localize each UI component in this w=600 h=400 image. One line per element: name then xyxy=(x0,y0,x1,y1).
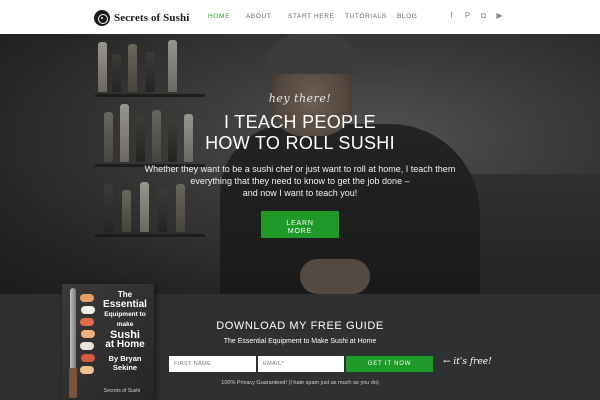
hero-title-line1: I TEACH PEOPLE xyxy=(224,112,376,132)
nav-item-blog[interactable]: BLOG xyxy=(397,13,417,20)
get-it-now-button[interactable]: GET IT NOW xyxy=(346,356,433,372)
hero-subtitle-line3: and now I want to teach you! xyxy=(242,188,358,198)
sushi-illustration xyxy=(80,294,94,302)
sushi-logo-icon xyxy=(94,9,110,26)
hero-section: hey there! I TEACH PEOPLE HOW TO ROLL SU… xyxy=(0,34,600,294)
nav-item-tutorials[interactable]: TUTORIALS xyxy=(345,13,387,20)
youtube-icon[interactable]: ▶ xyxy=(496,11,503,20)
nav-item-start-here[interactable]: START HERE xyxy=(288,13,334,20)
instagram-icon[interactable]: ◘ xyxy=(480,11,487,20)
first-name-input[interactable] xyxy=(169,356,256,372)
hero-subtitle-line2: everything that they need to know to get… xyxy=(190,176,410,186)
free-note: ← it's free! xyxy=(443,357,492,367)
email-input[interactable] xyxy=(258,356,344,372)
privacy-note: 100% Privacy Guaranteed! (I hate spam ju… xyxy=(221,380,379,386)
social-links: f P ◘ ▶ xyxy=(448,11,503,20)
learn-more-button[interactable]: LEARN MORE xyxy=(261,211,339,238)
ebook-brand: Secrets of Sushi xyxy=(103,388,141,394)
site-logo[interactable]: Secrets of Sushi xyxy=(94,9,189,26)
ebook-cover: The Essential Equipment to make Sushi at… xyxy=(62,284,154,400)
optin-subtitle: The Essential Equipment to Make Sushi at… xyxy=(223,338,377,345)
nav-item-about[interactable]: ABOUT xyxy=(246,13,271,20)
ebook-author: By Bryan Sekine xyxy=(108,354,142,372)
brand-name: Secrets of Sushi xyxy=(114,11,190,24)
top-nav: Secrets of Sushi HOME ABOUT START HERE T… xyxy=(0,0,600,34)
facebook-icon[interactable]: f xyxy=(448,11,455,20)
nav-item-home[interactable]: HOME xyxy=(208,13,230,20)
optin-title: DOWNLOAD MY FREE GUIDE xyxy=(216,320,384,332)
hero-title-line2: HOW TO ROLL SUSHI xyxy=(205,133,395,153)
pinterest-icon[interactable]: P xyxy=(464,11,471,20)
learn-more-line1: LEARN xyxy=(286,219,314,227)
learn-more-line2: MORE xyxy=(287,227,313,235)
hero-greeting: hey there! xyxy=(268,92,332,105)
hero-subtitle-line1: Whether they want to be a sushi chef or … xyxy=(144,164,456,174)
ebook-title: The Essential Equipment to make Sushi at… xyxy=(103,290,147,350)
